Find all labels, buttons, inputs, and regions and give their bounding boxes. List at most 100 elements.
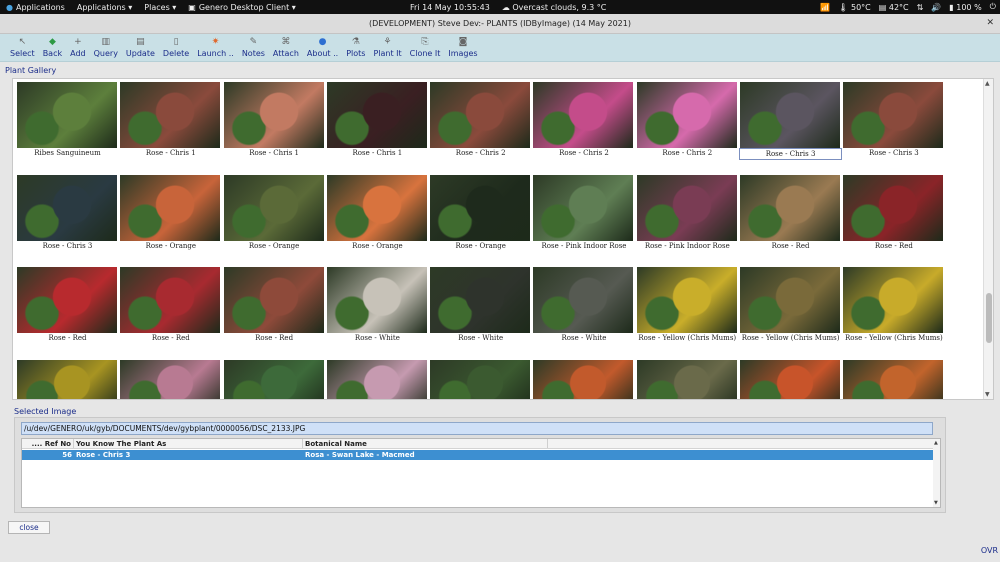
plant-thumbnail[interactable] — [533, 174, 634, 241]
gallery-item[interactable]: Rose - Orange — [326, 174, 429, 266]
gallery-item[interactable]: Rose - Orange — [119, 174, 222, 266]
scroll-down-icon[interactable]: ▼ — [985, 391, 990, 398]
plant-thumbnail[interactable] — [223, 82, 324, 148]
toolbar-notes-button[interactable]: ✎ Notes — [238, 33, 269, 61]
plant-thumbnail[interactable] — [533, 267, 634, 333]
col-known-as[interactable]: You Know The Plant As — [74, 439, 303, 448]
plant-thumbnail[interactable] — [430, 82, 531, 148]
plant-thumbnail[interactable] — [223, 174, 324, 241]
toolbar-plots-button[interactable]: ⚗ Plots — [342, 33, 369, 61]
plant-gallery[interactable]: Ribes Sanguineum Rose - Chris 1 Rose - Chr… — [12, 78, 994, 400]
activities-menu[interactable]: ● Applications — [0, 3, 71, 12]
gallery-item[interactable]: Rose - Chris 2 — [532, 81, 635, 173]
plant-thumbnail[interactable] — [636, 82, 737, 148]
plant-thumbnail[interactable] — [430, 267, 531, 333]
plant-thumbnail[interactable] — [120, 267, 221, 333]
window-close-icon[interactable]: ✕ — [986, 18, 994, 28]
table-row[interactable]: 56 Rose - Chris 3 Rosa - Swan Lake - Mac… — [22, 450, 934, 460]
toolbar-add-button[interactable]: + Add — [66, 33, 90, 61]
gallery-item[interactable] — [119, 359, 222, 399]
plant-thumbnail[interactable] — [326, 174, 427, 241]
plant-thumbnail[interactable] — [740, 82, 841, 148]
plant-thumbnail[interactable] — [120, 174, 221, 241]
toolbar-delete-button[interactable]: ▯ Delete — [159, 33, 193, 61]
places-menu[interactable]: Places ▾ — [138, 3, 182, 12]
table-scroll-down-icon[interactable]: ▼ — [934, 500, 938, 506]
plant-thumbnail[interactable] — [740, 267, 841, 333]
gallery-item[interactable]: Rose - Chris 3 — [842, 81, 945, 173]
volume-icon[interactable]: 🔊 — [931, 3, 941, 12]
plant-thumbnail[interactable] — [223, 267, 324, 333]
plant-thumbnail[interactable] — [17, 82, 117, 148]
gallery-item[interactable]: Rose - Red — [842, 174, 945, 266]
plant-thumbnail[interactable] — [17, 359, 117, 399]
wifi-icon[interactable]: 📶 — [820, 3, 830, 12]
applications-menu[interactable]: Applications ▾ — [71, 3, 138, 12]
plant-thumbnail[interactable] — [430, 174, 531, 241]
table-scroll-up-icon[interactable]: ▲ — [934, 440, 938, 446]
plant-thumbnail[interactable] — [120, 359, 221, 399]
toolbar-query-button[interactable]: ▥ Query — [90, 33, 122, 61]
gallery-item[interactable]: Rose - Pink Indoor Rose — [636, 174, 739, 266]
plant-thumbnail[interactable] — [843, 82, 944, 148]
plant-thumbnail[interactable] — [636, 267, 737, 333]
battery-status[interactable]: ▮ 100 % — [949, 3, 981, 12]
gallery-item[interactable]: Rose - Chris 1 — [223, 81, 326, 173]
gallery-item[interactable]: Rose - White — [532, 266, 635, 358]
toolbar-about-button[interactable]: ● About .. — [303, 33, 342, 61]
plant-thumbnail[interactable] — [843, 174, 944, 241]
gallery-item[interactable]: Rose - Chris 2 — [429, 81, 532, 173]
plant-thumbnail[interactable] — [326, 82, 427, 148]
plant-thumbnail[interactable] — [223, 359, 324, 399]
gallery-item[interactable] — [532, 359, 635, 399]
gallery-item[interactable]: Rose - White — [429, 266, 532, 358]
network-icon[interactable]: ⇅ — [917, 3, 924, 12]
plant-thumbnail[interactable] — [120, 82, 221, 148]
gallery-item[interactable]: Rose - Yellow (Chris Mums) — [842, 266, 945, 358]
gallery-item[interactable]: Rose - Red — [223, 266, 326, 358]
gallery-item[interactable]: Rose - Red — [119, 266, 222, 358]
gallery-item[interactable]: Rose - Yellow (Chris Mums) — [739, 266, 842, 358]
gallery-item[interactable]: Rose - Pink Indoor Rose — [532, 174, 635, 266]
gallery-item[interactable]: Rose - Chris 1 — [326, 81, 429, 173]
toolbar-images-button[interactable]: ◙ Images — [444, 33, 481, 61]
plant-thumbnail[interactable] — [326, 359, 427, 399]
toolbar-attach-button[interactable]: ⌘ Attach — [269, 33, 303, 61]
table-scrollbar[interactable]: ▲ ▼ — [933, 439, 940, 507]
gallery-item[interactable]: Rose - Red — [16, 266, 119, 358]
toolbar-back-button[interactable]: ◆ Back — [39, 33, 66, 61]
toolbar-select-button[interactable]: ↖ Select — [6, 33, 39, 61]
col-ref-no[interactable]: .... Ref No — [22, 439, 74, 448]
genero-client-menu[interactable]: ▣ Genero Desktop Client ▾ — [182, 3, 301, 12]
toolbar-update-button[interactable]: ▤ Update — [122, 33, 159, 61]
toolbar-launch-button[interactable]: ✷ Launch .. — [193, 33, 238, 61]
gallery-item[interactable] — [739, 359, 842, 399]
gallery-scrollbar[interactable]: ▲ ▼ — [983, 79, 993, 399]
gallery-item[interactable]: Ribes Sanguineum — [16, 81, 119, 173]
gallery-item[interactable]: Rose - Chris 2 — [636, 81, 739, 173]
gallery-item[interactable]: Rose - Orange — [223, 174, 326, 266]
gallery-item[interactable] — [429, 359, 532, 399]
close-button[interactable]: close — [8, 521, 50, 534]
toolbar-clone-it-button[interactable]: ⎘ Clone It — [406, 33, 445, 61]
gallery-item[interactable]: Rose - Yellow (Chris Mums) — [636, 266, 739, 358]
clock[interactable]: Fri 14 May 10:55:43 — [410, 3, 490, 12]
gallery-item[interactable] — [223, 359, 326, 399]
col-botanical-name[interactable]: Botanical Name — [303, 439, 548, 448]
plant-thumbnail[interactable] — [326, 267, 427, 333]
plant-thumbnail[interactable] — [740, 174, 841, 241]
weather-widget[interactable]: ☁ Overcast clouds, 9.3 °C — [502, 3, 607, 12]
scroll-up-icon[interactable]: ▲ — [985, 80, 990, 87]
gallery-item[interactable]: Rose - Chris 3 — [16, 174, 119, 266]
gallery-item[interactable] — [636, 359, 739, 399]
gallery-item[interactable] — [842, 359, 945, 399]
plant-thumbnail[interactable] — [533, 359, 634, 399]
power-icon[interactable]: ⏻ — [990, 2, 996, 12]
plant-thumbnail[interactable] — [17, 267, 117, 333]
plant-thumbnail[interactable] — [636, 174, 737, 241]
gallery-item[interactable] — [326, 359, 429, 399]
gallery-item[interactable]: Rose - Orange — [429, 174, 532, 266]
gallery-item[interactable] — [16, 359, 119, 399]
gallery-item[interactable]: Rose - Chris 3 — [739, 81, 843, 173]
gallery-item[interactable]: Rose - White — [326, 266, 429, 358]
